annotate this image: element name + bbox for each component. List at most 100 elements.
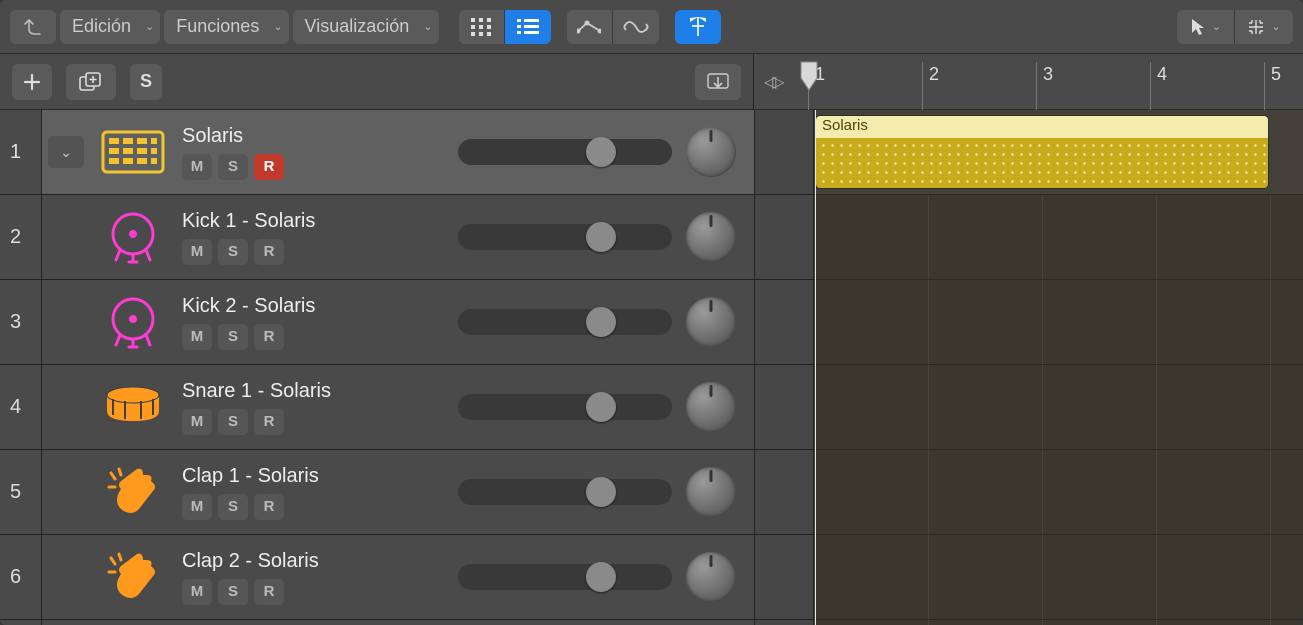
clap-icon — [96, 462, 170, 522]
menu-functions[interactable]: Funciones ⌄ — [164, 10, 288, 44]
chevron-down-icon: ⌄ — [60, 144, 72, 161]
timeline-row[interactable] — [814, 280, 1303, 365]
volume-slider[interactable] — [458, 309, 672, 335]
track-header[interactable]: Snare 1 - Solaris M S R — [42, 365, 754, 450]
timeline[interactable]: Solaris — [814, 110, 1303, 625]
record-button[interactable]: R — [254, 239, 284, 265]
timeline-toolbar: ◁▷ 12345 — [754, 54, 1303, 110]
record-button[interactable]: R — [254, 579, 284, 605]
pan-knob[interactable] — [686, 467, 736, 517]
timeline-row[interactable]: Solaris — [814, 110, 1303, 195]
region-body — [816, 138, 1268, 188]
view-mode-group — [459, 10, 551, 44]
import-button[interactable] — [695, 64, 741, 100]
menu-view[interactable]: Visualización ⌄ — [293, 10, 439, 44]
midi-region[interactable]: Solaris — [816, 116, 1268, 188]
global-solo-label: S — [140, 71, 152, 92]
pan-knob[interactable] — [686, 297, 736, 347]
mute-button[interactable]: M — [182, 324, 212, 350]
pan-knob[interactable] — [686, 127, 736, 177]
track-number[interactable]: 5 — [0, 450, 41, 535]
secondary-tool-button[interactable]: ⌄ — [1235, 10, 1293, 44]
nudge-icon: ◁▷ — [764, 74, 781, 91]
mute-button[interactable]: M — [182, 154, 212, 180]
chevron-down-icon: ⌄ — [1212, 20, 1221, 33]
record-button[interactable]: R — [254, 154, 284, 180]
ruler[interactable]: 12345 — [808, 62, 1303, 110]
track-headers: ⌄ Solaris M S R — [42, 110, 754, 625]
plus-cursor-icon — [1247, 18, 1265, 36]
main-area: 123456 ⌄ Solaris M S R — [0, 110, 1303, 625]
solo-button[interactable]: S — [218, 579, 248, 605]
chevron-down-icon: ⌄ — [423, 20, 432, 33]
kick-icon — [96, 292, 170, 352]
solo-button[interactable]: S — [218, 324, 248, 350]
track-header[interactable]: Clap 1 - Solaris M S R — [42, 450, 754, 535]
mute-button[interactable]: M — [182, 239, 212, 265]
pan-knob[interactable] — [686, 382, 736, 432]
pointer-icon — [1190, 18, 1206, 36]
track-number[interactable]: 4 — [0, 365, 41, 450]
duplicate-icon — [79, 72, 103, 92]
track-number[interactable]: 2 — [0, 195, 41, 280]
solo-button[interactable]: S — [218, 494, 248, 520]
volume-slider[interactable] — [458, 139, 672, 165]
track-name: Snare 1 - Solaris — [182, 380, 446, 403]
record-button[interactable]: R — [254, 409, 284, 435]
mute-button[interactable]: M — [182, 409, 212, 435]
record-button[interactable]: R — [254, 494, 284, 520]
timeline-row[interactable] — [814, 195, 1303, 280]
chevron-down-icon: ⌄ — [1271, 20, 1280, 33]
volume-slider[interactable] — [458, 394, 672, 420]
playhead[interactable] — [815, 110, 816, 625]
disclosure-toggle[interactable]: ⌄ — [48, 136, 84, 168]
back-button[interactable] — [10, 10, 56, 44]
grid-icon — [471, 18, 491, 36]
automation-icon — [577, 19, 601, 35]
mute-button[interactable]: M — [182, 494, 212, 520]
grid-view-button[interactable] — [459, 10, 505, 44]
plus-icon — [23, 73, 41, 91]
list-view-button[interactable] — [505, 10, 551, 44]
playhead-marker[interactable] — [797, 60, 821, 106]
pan-knob[interactable] — [686, 552, 736, 602]
header-gutter — [754, 110, 814, 625]
track-header[interactable]: ⌄ Solaris M S R — [42, 110, 754, 195]
menu-edit-label: Edición — [72, 16, 131, 37]
pan-knob[interactable] — [686, 212, 736, 262]
solo-button[interactable]: S — [218, 239, 248, 265]
record-button[interactable]: R — [254, 324, 284, 350]
flex-button[interactable] — [613, 10, 659, 44]
nudge-playhead-button[interactable]: ◁▷ — [764, 72, 781, 92]
track-number[interactable]: 3 — [0, 280, 41, 365]
timeline-body[interactable]: Solaris — [814, 110, 1303, 625]
volume-slider[interactable] — [458, 479, 672, 505]
track-number[interactable]: 6 — [0, 535, 41, 620]
volume-slider[interactable] — [458, 224, 672, 250]
add-track-button[interactable] — [12, 64, 52, 100]
volume-slider[interactable] — [458, 564, 672, 590]
solo-button[interactable]: S — [218, 409, 248, 435]
pointer-tool-button[interactable]: ⌄ — [1177, 10, 1235, 44]
ruler-tick: 4 — [1150, 62, 1167, 110]
global-solo-button[interactable]: S — [130, 64, 162, 100]
catch-playhead-button[interactable] — [675, 10, 721, 44]
catch-icon — [689, 17, 707, 37]
tool-group — [567, 10, 659, 44]
clap-icon — [96, 547, 170, 607]
timeline-row[interactable] — [814, 450, 1303, 535]
track-name: Solaris — [182, 125, 446, 148]
track-header[interactable]: Clap 2 - Solaris M S R — [42, 535, 754, 620]
mute-button[interactable]: M — [182, 579, 212, 605]
track-header[interactable]: Kick 2 - Solaris M S R — [42, 280, 754, 365]
menubar: Edición ⌄ Funciones ⌄ Visualización ⌄ — [0, 0, 1303, 54]
track-header[interactable]: Kick 1 - Solaris M S R — [42, 195, 754, 280]
duplicate-track-button[interactable] — [66, 64, 116, 100]
menu-edit[interactable]: Edición ⌄ — [60, 10, 160, 44]
solo-button[interactable]: S — [218, 154, 248, 180]
track-number[interactable]: 1 — [0, 110, 41, 195]
region-label: Solaris — [816, 116, 1268, 138]
timeline-row[interactable] — [814, 535, 1303, 620]
automation-button[interactable] — [567, 10, 613, 44]
timeline-row[interactable] — [814, 365, 1303, 450]
